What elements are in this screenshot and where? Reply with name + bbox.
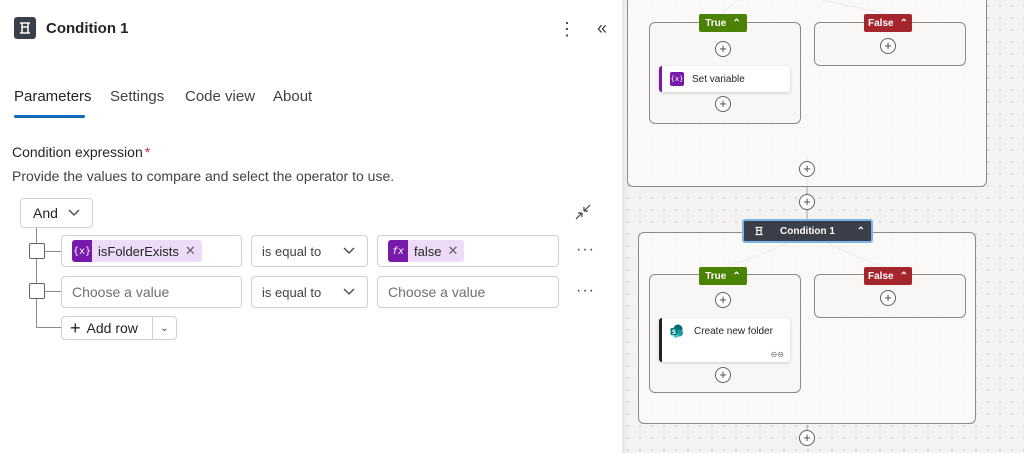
false-label: False <box>868 17 894 29</box>
row-checkbox[interactable] <box>29 243 45 259</box>
variable-icon: {x} <box>72 240 92 262</box>
left-value-field[interactable]: {x} isFolderExists ✕ <box>61 235 242 267</box>
false-branch-pill[interactable]: False ⌃ <box>864 14 912 32</box>
required-mark: * <box>144 144 151 160</box>
add-action-icon[interactable]: + <box>799 161 815 177</box>
chevron-down-icon[interactable]: ⌄ <box>153 323 176 334</box>
chevron-down-icon <box>68 209 80 216</box>
add-action-icon[interactable]: + <box>799 194 815 210</box>
add-action-icon[interactable]: + <box>799 430 815 446</box>
chevron-up-icon: ⌃ <box>899 270 908 282</box>
chevron-up-icon: ⌃ <box>732 17 741 29</box>
add-action-icon[interactable]: + <box>880 290 896 306</box>
token-label: false <box>414 243 442 259</box>
false-label: False <box>868 270 894 282</box>
add-action-icon[interactable]: + <box>715 367 731 383</box>
svg-text:S: S <box>672 329 676 336</box>
true-label: True <box>705 270 727 282</box>
set-variable-label: Set variable <box>692 73 745 85</box>
placeholder-text: Choose a value <box>72 284 170 300</box>
condition-1-node[interactable]: Condition 1 ⌃ <box>742 219 873 243</box>
add-action-icon[interactable]: + <box>715 41 731 57</box>
chevron-up-icon: ⌃ <box>732 270 741 282</box>
set-variable-card[interactable]: {x} Set variable <box>659 66 790 92</box>
link-icon: ⊖⊖ <box>770 350 784 359</box>
token-label: isFolderExists <box>98 243 179 259</box>
add-row-label: Add row <box>86 320 138 336</box>
collapse-arrows-icon[interactable] <box>574 203 592 221</box>
parameters-panel: Condition 1 ⋮ « Parameters Settings Code… <box>0 0 622 453</box>
tab-about[interactable]: About <box>273 88 312 105</box>
tree-branch-line <box>36 327 62 328</box>
true-branch-pill[interactable]: True ⌃ <box>699 267 747 285</box>
create-folder-label: Create new folder <box>694 325 773 337</box>
group-operator-dropdown[interactable]: And <box>20 198 93 228</box>
tab-settings[interactable]: Settings <box>110 88 164 105</box>
designer-canvas[interactable]: True ⌃ False ⌃ + + {x} Set variable + + + … <box>622 0 1024 453</box>
panel-title: Condition 1 <box>46 20 129 37</box>
operator-value: is equal to <box>262 284 322 300</box>
sharepoint-icon: S <box>670 324 683 338</box>
placeholder-text: Choose a value <box>388 284 486 300</box>
variable-token[interactable]: {x} isFolderExists ✕ <box>72 240 202 262</box>
add-action-icon[interactable]: + <box>715 292 731 308</box>
condition-expression-text: Condition expression <box>12 144 143 160</box>
more-options-icon[interactable]: ⋮ <box>558 17 576 41</box>
add-action-icon[interactable]: + <box>715 96 731 112</box>
chevron-up-icon: ⌃ <box>899 17 908 29</box>
row-menu-icon[interactable]: ··· <box>576 241 595 259</box>
create-new-folder-card[interactable]: S Create new folder ⊖⊖ <box>659 318 790 362</box>
chevron-down-icon <box>343 288 355 295</box>
condition-node-label: Condition 1 <box>780 225 835 237</box>
tab-code-view[interactable]: Code view <box>185 88 255 105</box>
condition-description: Provide the values to compare and select… <box>12 168 395 184</box>
chevron-up-icon[interactable]: ⌃ <box>857 226 865 237</box>
remove-token-icon[interactable]: ✕ <box>447 243 458 259</box>
function-icon: fx <box>388 240 408 262</box>
tab-parameters[interactable]: Parameters <box>14 88 92 105</box>
row-menu-icon[interactable]: ··· <box>576 282 595 300</box>
condition-expression-label: Condition expression * <box>12 144 150 160</box>
right-value-field[interactable]: Choose a value <box>377 276 559 308</box>
add-row-split-button: + Add row ⌄ <box>61 316 177 340</box>
variable-icon: {x} <box>670 72 684 86</box>
plus-icon: + <box>70 318 81 338</box>
condition-icon <box>14 17 36 39</box>
add-action-icon[interactable]: + <box>880 38 896 54</box>
add-row-button[interactable]: + Add row <box>62 317 153 339</box>
expression-token[interactable]: fx false ✕ <box>388 240 465 262</box>
true-branch-pill[interactable]: True ⌃ <box>699 14 747 32</box>
condition-icon <box>755 226 763 236</box>
true-label: True <box>705 17 727 29</box>
group-operator-value: And <box>33 205 58 221</box>
operator-dropdown[interactable]: is equal to <box>251 276 368 308</box>
remove-token-icon[interactable]: ✕ <box>185 243 196 259</box>
left-value-field[interactable]: Choose a value <box>61 276 242 308</box>
right-value-field[interactable]: fx false ✕ <box>377 235 559 267</box>
row-checkbox[interactable] <box>29 283 45 299</box>
active-tab-indicator <box>14 115 85 118</box>
operator-dropdown[interactable]: is equal to <box>251 235 368 267</box>
false-branch-pill[interactable]: False ⌃ <box>864 267 912 285</box>
collapse-panel-icon[interactable]: « <box>592 17 612 41</box>
operator-value: is equal to <box>262 243 322 259</box>
chevron-down-icon <box>343 247 355 254</box>
